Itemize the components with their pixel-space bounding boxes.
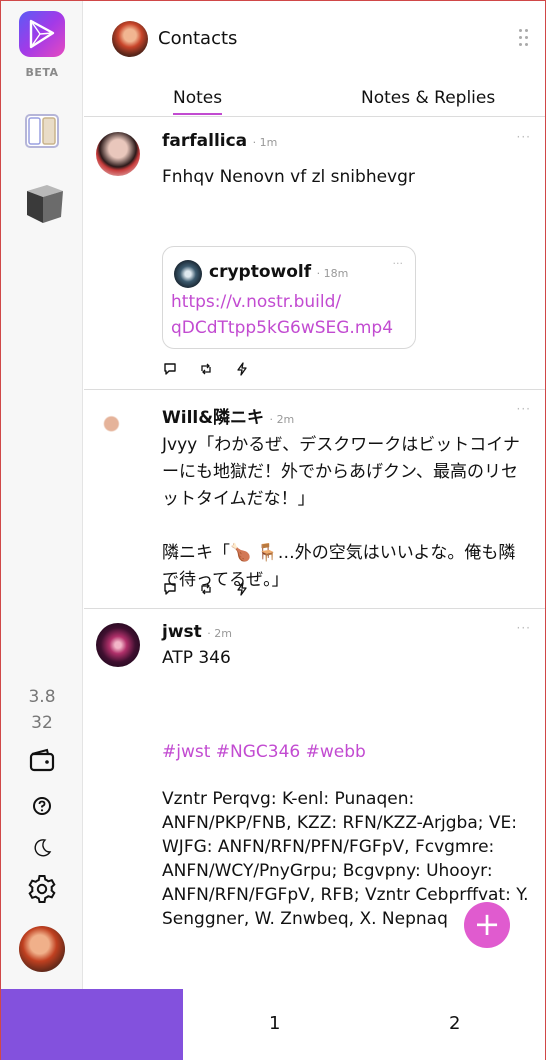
notes-feed[interactable]: farfallica · 1m ··· Fnhqv Nenovn vf zl s… <box>84 118 545 988</box>
dark-mode-toggle[interactable] <box>23 829 61 867</box>
author-avatar[interactable] <box>96 623 140 667</box>
quoted-more-options-icon[interactable]: ··· <box>393 257 404 270</box>
note-actions <box>162 361 250 377</box>
drag-handle-icon[interactable] <box>519 29 529 47</box>
zap-icon[interactable] <box>234 581 250 597</box>
cube-button[interactable] <box>21 181 67 227</box>
note-text: Fnhqv Nenovn vf zl snibhevgr <box>162 167 415 187</box>
tab-notes-and-replies[interactable]: Notes & Replies <box>361 88 495 108</box>
tab-notes[interactable]: Notes <box>173 88 223 115</box>
note-actions <box>162 581 250 597</box>
logo-icon <box>29 19 55 49</box>
note-age: · 1m <box>249 136 278 149</box>
more-options-icon[interactable]: ··· <box>517 130 531 144</box>
left-rail: BETA 3.8 32 <box>1 1 83 989</box>
gear-icon <box>28 875 56 903</box>
column-avatar <box>112 21 148 57</box>
author-name[interactable]: farfallica · 1m <box>162 131 277 151</box>
app-logo[interactable] <box>19 11 65 57</box>
columns-icon <box>25 114 59 148</box>
author-avatar[interactable] <box>96 404 140 448</box>
quoted-note-age: · 18m <box>313 267 349 280</box>
my-avatar[interactable] <box>19 926 65 972</box>
columns-button[interactable] <box>23 112 61 150</box>
note-text: Jvyy「わかるぜ、デスクワークはビットコイナーにも地獄だ！外でからあげクン、最… <box>162 435 520 590</box>
author-name[interactable]: Will&隣ニキ · 2m <box>162 403 294 428</box>
note-text: ATP 346 <box>162 648 231 668</box>
cube-icon <box>27 185 63 223</box>
help-icon <box>33 797 51 815</box>
bottom-bar: 1 2 <box>1 989 545 1060</box>
reply-icon[interactable] <box>162 361 178 377</box>
quoted-video-link[interactable]: https://v.nostr.build/ qDCdTtpp5kG6wSEG.… <box>171 289 393 341</box>
repost-icon[interactable] <box>198 361 214 377</box>
note-item[interactable]: Will&隣ニキ · 2m ··· Jvyy「わかるぜ、デスクワークはビットコイ… <box>84 390 545 609</box>
quoted-author-name[interactable]: cryptowolf · 18m <box>209 262 348 282</box>
more-options-icon[interactable]: ··· <box>517 402 531 416</box>
author-avatar[interactable] <box>96 132 140 176</box>
note-hashtags[interactable]: #jwst #NGC346 #webb <box>162 739 531 765</box>
more-options-icon[interactable]: ··· <box>517 621 531 635</box>
note-item[interactable]: farfallica · 1m ··· Fnhqv Nenovn vf zl s… <box>84 118 545 390</box>
repost-icon[interactable] <box>198 581 214 597</box>
settings-button[interactable] <box>23 870 61 908</box>
bottom-tab-1[interactable]: 1 <box>269 1013 280 1034</box>
help-button[interactable] <box>23 787 61 825</box>
note-age: · 2m <box>266 413 295 426</box>
wallet-button[interactable] <box>23 741 61 779</box>
compose-button[interactable]: + <box>464 902 510 948</box>
bottom-tab-active[interactable] <box>1 989 183 1060</box>
beta-label: BETA <box>25 66 59 79</box>
column-header: Contacts Notes Notes & Replies <box>84 1 545 117</box>
zap-icon[interactable] <box>234 361 250 377</box>
column-title: Contacts <box>158 28 238 49</box>
wallet-icon <box>29 748 55 772</box>
bottom-tab-2[interactable]: 2 <box>449 1013 460 1034</box>
version-minor: 32 <box>31 713 53 733</box>
note-age: · 2m <box>203 627 232 640</box>
quoted-note[interactable]: cryptowolf · 18m ··· https://v.nostr.bui… <box>162 246 416 349</box>
moon-icon <box>34 839 52 857</box>
version-major: 3.8 <box>28 687 56 707</box>
author-name[interactable]: jwst · 2m <box>162 622 232 642</box>
reply-icon[interactable] <box>162 581 178 597</box>
quoted-author-avatar <box>174 260 202 288</box>
